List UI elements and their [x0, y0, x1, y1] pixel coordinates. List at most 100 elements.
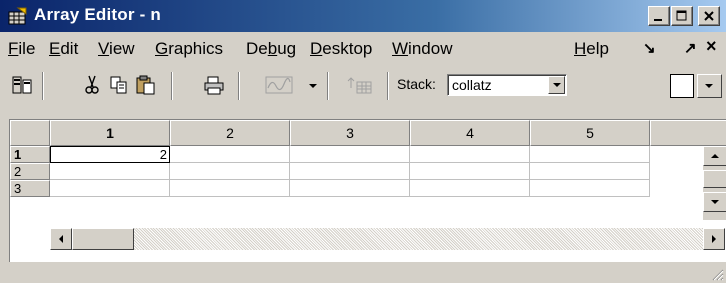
stack-dropdown-button[interactable]: [548, 76, 565, 94]
column-header[interactable]: 2: [170, 120, 290, 146]
menu-desktop[interactable]: Desktop: [310, 39, 372, 59]
menu-view-mnemonic: V: [98, 39, 110, 58]
horizontal-scrollbar[interactable]: [50, 228, 725, 250]
toolbar-separator: [387, 72, 389, 100]
vertical-scrollbar[interactable]: [703, 146, 726, 220]
insert-variable-icon[interactable]: [345, 74, 375, 96]
chevron-down-icon: [553, 83, 561, 87]
grid-cell[interactable]: [410, 146, 530, 163]
arrow-up-icon: [711, 154, 719, 158]
toolbar: Stack: collatz: [0, 66, 726, 104]
menu-edit[interactable]: Edit: [49, 39, 78, 59]
grid-cell[interactable]: [170, 163, 290, 180]
array-editor-icon: [8, 7, 27, 25]
menu-graphics-mnemonic: G: [155, 39, 169, 58]
resize-grip-icon[interactable]: [710, 267, 724, 281]
chevron-down-icon: [705, 84, 713, 88]
maximize-button[interactable]: [671, 6, 693, 26]
menu-file[interactable]: File: [8, 39, 35, 59]
status-bar: [0, 262, 726, 283]
arrow-down-icon: [711, 200, 719, 204]
menu-debug-mnemonic: b: [267, 39, 278, 58]
column-header[interactable]: 3: [290, 120, 410, 146]
paste-icon[interactable]: [134, 74, 158, 96]
arrow-left-icon: [59, 235, 63, 243]
menu-bar: File Edit View Graphics Debug Desktop Wi…: [0, 32, 726, 62]
grid-cell[interactable]: [50, 180, 170, 197]
menu-debug-prefix: De: [246, 39, 268, 58]
row-header[interactable]: 3: [10, 180, 50, 197]
window-title: Array Editor - n: [34, 5, 161, 24]
menu-window-mnemonic: W: [392, 39, 409, 58]
grid-cell[interactable]: 2: [50, 146, 170, 163]
menu-window-label: indow: [408, 39, 453, 58]
menu-graphics[interactable]: Graphics: [155, 39, 223, 59]
stack-value: collatz: [452, 77, 492, 93]
grid-cell[interactable]: [410, 180, 530, 197]
row-header[interactable]: 2: [10, 163, 50, 180]
grid-cell[interactable]: [410, 163, 530, 180]
grid-cell[interactable]: [290, 180, 410, 197]
grid-cell[interactable]: [530, 163, 650, 180]
menu-view[interactable]: View: [98, 39, 135, 59]
close-button[interactable]: [698, 6, 720, 26]
column-header[interactable]: 4: [410, 120, 530, 146]
scroll-left-button[interactable]: [50, 228, 72, 250]
menu-help[interactable]: Help: [574, 39, 609, 59]
undock-icon[interactable]: ↗: [684, 39, 697, 57]
scroll-thumb[interactable]: [72, 228, 134, 250]
menu-edit-label: dit: [60, 39, 79, 58]
corner-header[interactable]: [10, 120, 50, 146]
minimize-icon: [654, 19, 662, 21]
grid-cell[interactable]: [50, 163, 170, 180]
import-data-icon[interactable]: [10, 74, 34, 96]
stack-label: Stack:: [397, 76, 436, 92]
menu-view-label: iew: [109, 39, 135, 58]
grid-cell[interactable]: [170, 146, 290, 163]
dock-icon[interactable]: ↘: [643, 39, 656, 57]
menu-graphics-label: raphics: [168, 39, 224, 58]
toolbar-separator: [42, 72, 44, 100]
grid-cell[interactable]: [290, 146, 410, 163]
scroll-right-button[interactable]: [703, 228, 725, 250]
minimize-button[interactable]: [648, 6, 670, 26]
toolbar-separator: [327, 72, 329, 100]
column-header-empty[interactable]: [650, 120, 726, 146]
menu-window[interactable]: Window: [392, 39, 452, 59]
scroll-thumb[interactable]: [703, 170, 726, 188]
arrow-right-icon: [712, 235, 716, 243]
menu-help-mnemonic: H: [574, 39, 587, 58]
plot-icon[interactable]: [264, 74, 296, 96]
menu-desktop-label: esktop: [322, 39, 373, 58]
menu-edit-mnemonic: E: [49, 39, 61, 58]
toolbar-separator: [238, 72, 240, 100]
cut-icon[interactable]: [80, 74, 104, 96]
row-header[interactable]: 1: [10, 146, 50, 163]
menu-debug[interactable]: Debug: [246, 39, 296, 59]
menu-file-label: ile: [18, 39, 36, 58]
menu-help-label: elp: [586, 39, 609, 58]
copy-icon[interactable]: [107, 74, 131, 96]
swatch-dropdown-button[interactable]: [697, 74, 722, 98]
grid-cell[interactable]: [530, 146, 650, 163]
menu-debug-label: ug: [277, 39, 297, 58]
column-header[interactable]: 5: [530, 120, 650, 146]
plot-dropdown-icon[interactable]: [306, 74, 320, 96]
menu-file-mnemonic: F: [8, 39, 19, 58]
menu-desktop-mnemonic: D: [310, 39, 323, 58]
grid-cell[interactable]: [290, 163, 410, 180]
toolbar-separator: [171, 72, 173, 100]
grid-cell[interactable]: [530, 180, 650, 197]
scroll-down-button[interactable]: [703, 192, 726, 212]
maximize-icon: [676, 10, 687, 21]
close-icon: [704, 11, 714, 21]
stack-dropdown[interactable]: collatz: [447, 74, 567, 96]
title-bar[interactable]: Array Editor - n: [0, 0, 726, 32]
color-swatch[interactable]: [670, 74, 694, 98]
array-grid: 1 2 3 4 5 1 2 3 2: [9, 119, 726, 262]
column-header[interactable]: 1: [50, 120, 170, 146]
print-icon[interactable]: [202, 74, 226, 96]
grid-cell[interactable]: [170, 180, 290, 197]
close-editor-icon[interactable]: ×: [706, 36, 717, 57]
scroll-up-button[interactable]: [703, 146, 726, 166]
